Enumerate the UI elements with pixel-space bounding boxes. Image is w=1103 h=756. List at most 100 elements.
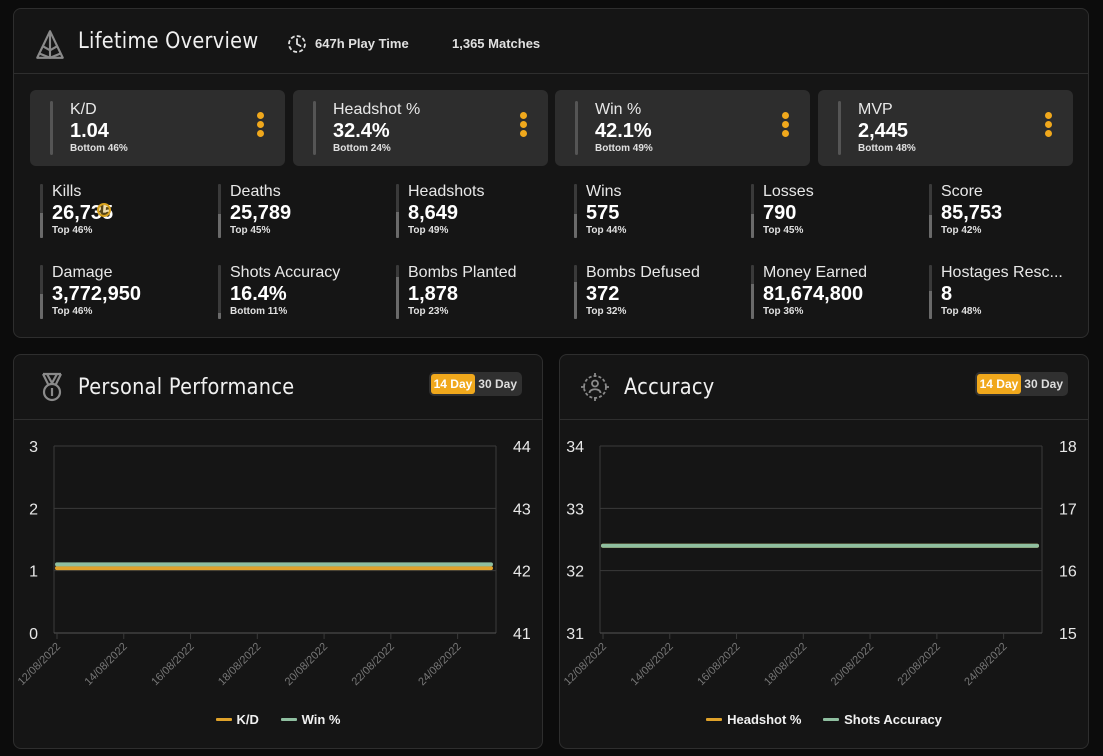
- stat-card-headshot-pct: Headshot % 32.4% Bottom 24%: [293, 90, 548, 166]
- stat-shots-accuracy: Shots Accuracy 16.4% Bottom 11%: [218, 264, 388, 321]
- stat-value: 8,649: [408, 202, 459, 224]
- y-tick-left: 1: [29, 564, 38, 581]
- x-tick-label: 20/08/2022: [829, 641, 876, 688]
- toggle-14-day[interactable]: 14 Day: [976, 374, 1022, 394]
- legend-label: Headshot %: [727, 712, 802, 727]
- rank-bar: [50, 101, 53, 155]
- lifetime-overview-panel: Lifetime Overview 647h Play Time 1,365 M…: [13, 8, 1089, 338]
- rank-bar-fill: [40, 213, 43, 238]
- stat-value: 372: [586, 283, 620, 305]
- matches-count: 1,365 Matches: [452, 36, 541, 51]
- x-tick-label: 12/08/2022: [562, 641, 609, 688]
- performance-legend: K/D Win %: [14, 709, 542, 727]
- stat-money-earned: Money Earned 81,674,800 Top 36%: [751, 264, 921, 321]
- stat-label: Money Earned: [763, 264, 868, 281]
- rank-bar-fill: [574, 214, 577, 238]
- rank-bar: [396, 265, 399, 319]
- stat-rank: Top 36%: [763, 306, 804, 317]
- stat-kills: Kills 26,735 Top 46%: [40, 183, 210, 240]
- stat-value: 26,735: [52, 202, 114, 224]
- stat-label: Bombs Planted: [408, 264, 517, 281]
- accuracy-legend: Headshot % Shots Accuracy: [560, 709, 1088, 727]
- medal-icon: [42, 372, 62, 402]
- clock-icon: [288, 35, 306, 53]
- overview-header: Lifetime Overview 647h Play Time 1,365 M…: [14, 9, 1088, 74]
- accuracy-header: Accuracy 14 Day 30 Day: [560, 355, 1088, 420]
- rank-bar: [218, 184, 221, 238]
- stat-label: Wins: [586, 183, 622, 200]
- stat-bombs-planted: Bombs Planted 1,878 Top 23%: [396, 264, 566, 321]
- more-options-icon[interactable]: [782, 112, 790, 142]
- y-tick-left: 33: [566, 501, 584, 518]
- accuracy-title: Accuracy: [624, 375, 715, 400]
- y-tick-right: 43: [513, 501, 531, 518]
- stat-card-win-pct: Win % 42.1% Bottom 49%: [555, 90, 810, 166]
- legend-label: K/D: [236, 712, 259, 727]
- overview-title: Lifetime Overview: [78, 29, 259, 54]
- stat-label: Losses: [763, 183, 814, 200]
- x-tick-label: 12/08/2022: [16, 641, 63, 688]
- y-tick-right: 42: [513, 564, 531, 581]
- stat-rank: Top 42%: [941, 225, 982, 236]
- stat-rank: Top 46%: [52, 306, 93, 317]
- rank-bar: [575, 101, 578, 155]
- y-tick-right: 15: [1059, 626, 1077, 643]
- stat-value: 81,674,800: [763, 283, 864, 305]
- legend-kd[interactable]: K/D: [215, 712, 259, 727]
- stat-label: Headshots: [408, 183, 485, 200]
- stat-rank: Bottom 11%: [230, 306, 288, 317]
- more-options-icon[interactable]: [257, 112, 265, 142]
- stat-value: 790: [763, 202, 797, 224]
- stat-rank: Top 45%: [763, 225, 804, 236]
- range-toggle: 14 Day 30 Day: [974, 372, 1068, 396]
- rank-bar-fill: [396, 277, 399, 319]
- legend-headshot-pct[interactable]: Headshot %: [706, 712, 802, 727]
- legend-label: Win %: [301, 712, 341, 727]
- x-tick-label: 24/08/2022: [416, 641, 463, 688]
- x-tick-label: 16/08/2022: [149, 641, 196, 688]
- rank-bar: [40, 265, 43, 319]
- stat-value: 85,753: [941, 202, 1003, 224]
- rank-bar: [313, 101, 316, 155]
- card-value: 32.4%: [333, 120, 390, 142]
- stat-rank: Top 44%: [586, 225, 627, 236]
- legend-swatch-green: [823, 718, 840, 721]
- stat-rank: Top 46%: [52, 225, 93, 236]
- stat-bombs-defused: Bombs Defused 372 Top 32%: [574, 264, 744, 321]
- legend-swatch-green: [280, 718, 297, 721]
- rank-bar: [751, 184, 754, 238]
- rank-bar: [751, 265, 754, 319]
- card-label: MVP: [858, 101, 893, 118]
- legend-swatch-orange: [215, 718, 232, 721]
- toggle-14-day[interactable]: 14 Day: [430, 374, 476, 394]
- rank-bar: [40, 184, 43, 238]
- more-options-icon[interactable]: [1045, 112, 1053, 142]
- stat-card-kd: K/D 1.04 Bottom 46%: [30, 90, 285, 166]
- rank-bar-fill: [218, 213, 221, 238]
- legend-win-pct[interactable]: Win %: [280, 712, 341, 727]
- stat-card-mvp: MVP 2,445 Bottom 48%: [818, 90, 1073, 166]
- stat-headshots: Headshots 8,649 Top 49%: [396, 183, 566, 240]
- rank-bar-fill: [218, 313, 221, 319]
- x-tick-label: 24/08/2022: [962, 641, 1009, 688]
- stat-wins: Wins 575 Top 44%: [574, 183, 744, 240]
- stat-label: Bombs Defused: [586, 264, 700, 281]
- crosshair-person-icon: [581, 373, 609, 401]
- stat-deaths: Deaths 25,789 Top 45%: [218, 183, 388, 240]
- x-tick-label: 18/08/2022: [216, 641, 263, 688]
- pyramid-icon: [36, 30, 64, 59]
- card-value: 1.04: [70, 120, 109, 142]
- toggle-30-day[interactable]: 30 Day: [1021, 374, 1066, 394]
- rank-bar: [396, 184, 399, 238]
- rank-bar: [218, 265, 221, 319]
- y-tick-right: 18: [1059, 439, 1077, 456]
- toggle-30-day[interactable]: 30 Day: [475, 374, 520, 394]
- rank-bar-fill: [929, 290, 932, 319]
- legend-shots-accuracy[interactable]: Shots Accuracy: [823, 712, 942, 727]
- more-options-icon[interactable]: [520, 112, 528, 142]
- card-rank: Bottom 49%: [595, 143, 653, 154]
- y-tick-left: 2: [29, 501, 38, 518]
- performance-header: Personal Performance 14 Day 30 Day: [14, 355, 542, 420]
- card-rank: Bottom 46%: [70, 143, 128, 154]
- stat-rank: Top 23%: [408, 306, 449, 317]
